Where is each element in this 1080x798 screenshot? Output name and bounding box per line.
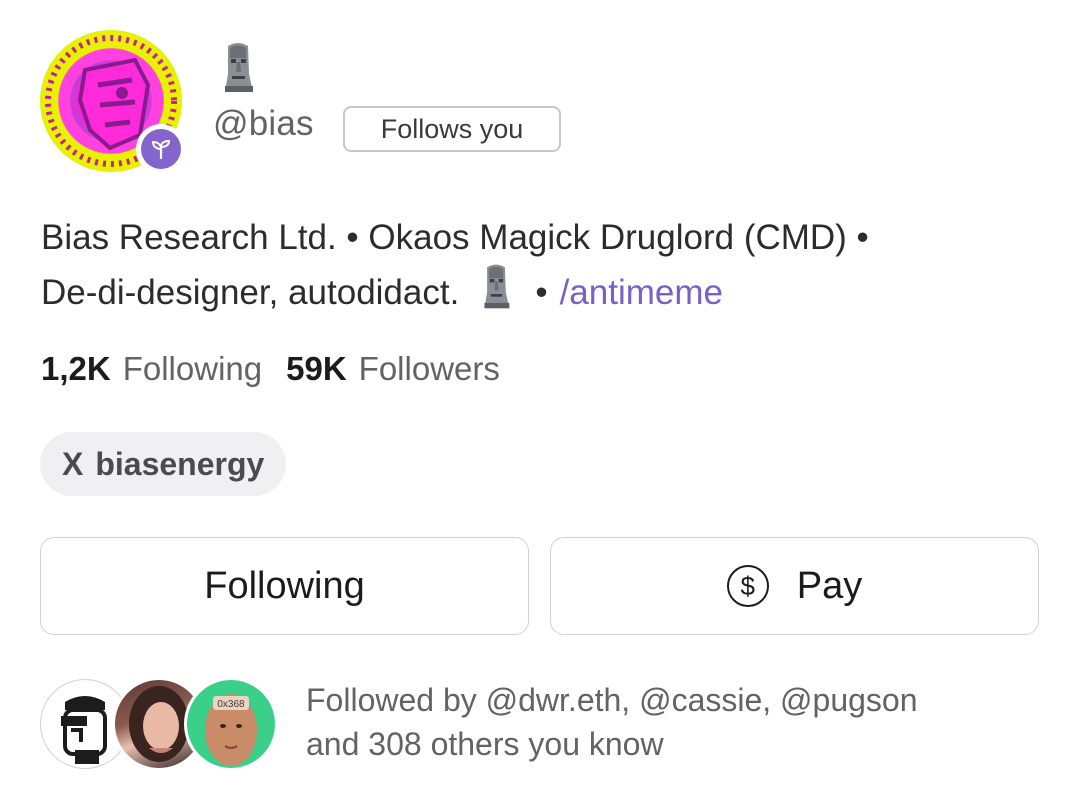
sprout-icon [151, 139, 171, 160]
pay-button-label: Pay [796, 564, 863, 607]
followers-label: Followers [358, 350, 500, 387]
mutual-followers-avatars[interactable]: 0x368 [40, 677, 280, 771]
following-button-label: Following [204, 564, 365, 607]
follow-stats: 1,2K Following 59K Followers [41, 350, 500, 388]
display-name-moai-emoji [220, 40, 256, 99]
mutuals-line-1: Followed by @dwr.eth, @cassie, @pugson [306, 682, 918, 718]
bio-separator: • [535, 273, 548, 312]
pay-button[interactable]: $ Pay [550, 537, 1039, 635]
following-button[interactable]: Following [40, 537, 529, 635]
profile-handle: @bias [213, 104, 314, 143]
followers-stat[interactable]: 59K Followers [286, 350, 500, 388]
channel-link[interactable]: /antimeme [560, 268, 723, 317]
bio-line-2: De-di-designer, autodidact. • /antimeme [41, 262, 1051, 323]
dollar-icon: $ [726, 565, 769, 607]
bio-line-1: Bias Research Ltd. • Okaos Magick Druglo… [41, 218, 869, 257]
following-stat[interactable]: 1,2K Following [41, 350, 262, 388]
follows-you-badge: Follows you [343, 106, 561, 152]
avatar-label: 0x368 [217, 699, 245, 710]
moai-emoji-icon [479, 262, 513, 323]
mutual-followers-text[interactable]: Followed by @dwr.eth, @cassie, @pugson a… [306, 678, 918, 766]
followers-count: 59K [286, 350, 347, 387]
x-account-link[interactable]: X biasenergy [40, 432, 287, 496]
x-logo-icon: X [62, 445, 84, 482]
profile-bio: Bias Research Ltd. • Okaos Magick Druglo… [41, 213, 1051, 323]
following-count: 1,2K [41, 350, 111, 387]
verified-badge [136, 124, 186, 174]
bio-text: De-di-designer, autodidact. [41, 273, 460, 312]
mutuals-line-2: and 308 others you know [306, 726, 664, 762]
x-username: biasenergy [95, 445, 265, 482]
following-label: Following [122, 350, 263, 387]
avatar-pugson: 0x368 [184, 677, 278, 771]
